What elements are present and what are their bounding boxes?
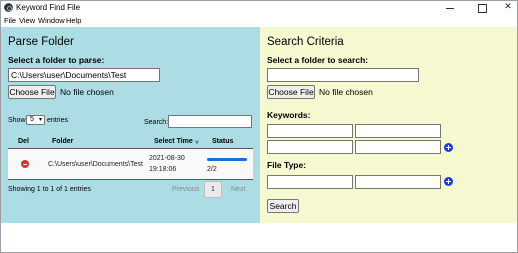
bottom-blank-area bbox=[0, 223, 518, 253]
next-page-button[interactable]: Next bbox=[231, 186, 245, 193]
window-title: Keyword Find File bbox=[16, 3, 81, 12]
file-type-label: File Type: bbox=[267, 160, 307, 170]
column-status[interactable]: Status bbox=[212, 138, 233, 145]
row-progress-bar bbox=[207, 158, 247, 161]
menu-window[interactable]: Window bbox=[38, 16, 65, 25]
search-button[interactable]: Search bbox=[267, 199, 299, 213]
parse-choose-file-button[interactable]: Choose File bbox=[8, 85, 56, 99]
table-search-label: Search: bbox=[144, 119, 169, 126]
table-search-input[interactable] bbox=[168, 115, 252, 128]
menu-view[interactable]: View bbox=[19, 16, 35, 25]
column-folder[interactable]: Folder bbox=[52, 138, 73, 145]
minimize-button[interactable] bbox=[437, 0, 463, 16]
search-no-file-text: No file chosen bbox=[319, 87, 373, 97]
file-type-input-2[interactable] bbox=[355, 175, 441, 189]
parse-folder-title: Parse Folder bbox=[8, 36, 74, 48]
chevron-down-icon: ▾ bbox=[38, 116, 42, 123]
keyword-input-1[interactable] bbox=[267, 124, 353, 138]
column-del[interactable]: Del bbox=[18, 138, 29, 145]
entries-select[interactable]: 5 ▾ bbox=[26, 115, 45, 125]
search-criteria-title: Search Criteria bbox=[267, 36, 344, 48]
menu-file[interactable]: File bbox=[4, 16, 16, 25]
menu-help[interactable]: Help bbox=[66, 16, 81, 25]
keyword-input-4[interactable] bbox=[355, 140, 441, 154]
delete-icon[interactable] bbox=[21, 160, 29, 168]
parse-folder-input[interactable] bbox=[8, 68, 160, 82]
search-folder-label: Select a folder to search: bbox=[267, 55, 369, 65]
file-type-input-1[interactable] bbox=[267, 175, 353, 189]
search-folder-input[interactable] bbox=[267, 68, 419, 82]
table-footer-divider bbox=[8, 179, 253, 180]
entries-select-value: 5 bbox=[30, 116, 34, 123]
row-status: 2/2 bbox=[207, 166, 217, 173]
previous-page-button[interactable]: Previous bbox=[172, 186, 199, 193]
title-bar: Keyword Find File ✕ bbox=[0, 0, 518, 16]
add-keyword-icon[interactable] bbox=[444, 143, 453, 152]
app-icon bbox=[4, 3, 13, 12]
entries-label: entries bbox=[47, 117, 69, 124]
add-file-type-icon[interactable] bbox=[444, 177, 453, 186]
keyword-input-2[interactable] bbox=[355, 124, 441, 138]
parse-no-file-text: No file chosen bbox=[60, 87, 114, 97]
column-select-time[interactable]: Select Time bbox=[154, 138, 193, 145]
menu-bar: File View Window Help bbox=[0, 16, 518, 27]
page-1-button[interactable]: 1 bbox=[204, 181, 222, 198]
sort-arrow-icon: ▼ bbox=[195, 140, 199, 146]
row-time-date: 2021-08-30 bbox=[149, 155, 185, 162]
show-label: Show bbox=[8, 117, 26, 124]
table-info: Showing 1 to 1 of 1 entries bbox=[8, 186, 91, 193]
table-row: C:\Users\user\Documents\Test 2021-08-30 … bbox=[8, 149, 253, 179]
close-button[interactable]: ✕ bbox=[495, 0, 518, 16]
row-progress-fill bbox=[207, 158, 247, 161]
keyword-input-3[interactable] bbox=[267, 140, 353, 154]
parse-folder-label: Select a folder to parse: bbox=[8, 55, 105, 65]
maximize-button[interactable] bbox=[469, 0, 495, 16]
row-time-clock: 19:18:06 bbox=[149, 166, 177, 173]
keywords-label: Keywords: bbox=[267, 110, 311, 120]
row-folder: C:\Users\user\Documents\Test bbox=[48, 161, 143, 168]
search-choose-file-button[interactable]: Choose File bbox=[267, 85, 315, 99]
